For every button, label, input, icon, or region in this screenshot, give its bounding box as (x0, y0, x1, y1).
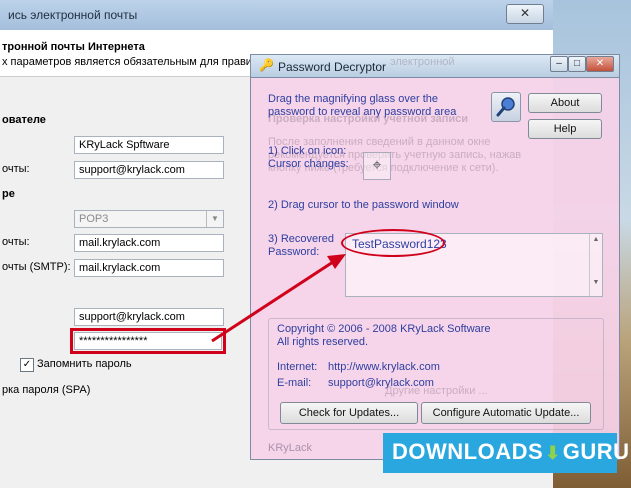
internet-link[interactable]: http://www.krylack.com (328, 361, 440, 374)
close-icon: ✕ (519, 6, 531, 20)
spa-label: рка пароля (SPA) (2, 384, 91, 396)
copyright-text: Copyright © 2006 - 2008 KRyLack Software (277, 323, 491, 335)
login-input[interactable]: support@krylack.com (74, 308, 224, 326)
scroll-up-icon: ▲ (592, 236, 600, 243)
section-user-info: ователе (2, 114, 46, 126)
key-icon: 🔑 (259, 58, 274, 72)
decryptor-footer-text: KRyLack (268, 442, 313, 454)
section-server-info: ре (2, 188, 15, 200)
account-type-select[interactable]: POP3 (74, 210, 224, 228)
close-icon: ✕ (595, 58, 605, 69)
user-name-input[interactable]: KRyLack Spftware (74, 136, 224, 154)
password-decryptor-title: Password Decryptor (278, 60, 387, 74)
configure-automatic-update-button[interactable]: Configure Automatic Update... (421, 402, 591, 424)
checkmark-icon: ✓ (22, 359, 32, 370)
background-dialog-title: ись электронной почты (8, 8, 138, 22)
outgoing-server-label: очты (SMTP): (2, 261, 71, 273)
password-highlight-ellipse (341, 229, 445, 257)
email-link[interactable]: support@krylack.com (328, 377, 434, 390)
check-for-updates-button[interactable]: Check for Updates... (280, 402, 418, 424)
recovered-password-scrollbar[interactable]: ▲ ▼ (589, 234, 602, 296)
step-2-label: 2) Drag cursor to the password window (268, 199, 459, 211)
internet-label: Internet: (277, 361, 318, 373)
download-arrow-icon: ⬇ (545, 443, 561, 463)
remember-password-checkbox[interactable]: ✓ (20, 358, 34, 372)
rights-text: All rights reserved. (277, 336, 369, 348)
step-1-sub-label: Cursor changes: (268, 158, 349, 170)
step-1-label: 1) Click on icon: (268, 145, 347, 157)
help-button[interactable]: Help (528, 119, 602, 139)
background-dialog-header-title: тронной почты Интернета (2, 41, 145, 53)
background-dialog-close-button[interactable]: ✕ (506, 4, 544, 24)
watermark-suffix: GURU (562, 439, 630, 464)
step-3-sub-label: Password: (268, 246, 320, 258)
minimize-button[interactable]: – (550, 56, 568, 72)
remember-password-label: Запомнить пароль (37, 358, 132, 370)
instruction-text: Drag the magnifying glass over the passw… (268, 93, 457, 118)
email-label-decryptor: E-mail: (277, 377, 312, 389)
crosshair-cursor-icon: ⌖ (363, 152, 391, 180)
maximize-button[interactable]: □ (568, 56, 586, 72)
step-3-label: 3) Recovered (268, 233, 335, 245)
incoming-server-input[interactable]: mail.krylack.com (74, 234, 224, 252)
watermark-word: DOWNLOADS (392, 439, 544, 464)
scroll-down-icon: ▼ (592, 279, 600, 286)
background-dialog-header-subtitle: х параметров является обязательным для п… (2, 56, 259, 68)
magnifying-glass-icon (496, 97, 515, 117)
email-label: очты: (2, 163, 30, 175)
chevron-down-icon: ▼ (206, 211, 223, 227)
ghost-header-text: электронной (390, 56, 455, 68)
watermark-text: DOWNLOADS ⬇GURU (392, 439, 630, 465)
about-button[interactable]: About (528, 93, 602, 113)
incoming-server-label: очты: (2, 236, 30, 248)
outgoing-server-input[interactable]: mail.krylack.com (74, 259, 224, 277)
email-input[interactable]: support@krylack.com (74, 161, 224, 179)
minimize-icon: – (556, 58, 562, 69)
password-highlight-box (70, 328, 226, 354)
magnifying-glass-drag-handle[interactable] (491, 92, 521, 122)
close-button[interactable]: ✕ (586, 56, 614, 72)
maximize-icon: □ (573, 58, 581, 69)
